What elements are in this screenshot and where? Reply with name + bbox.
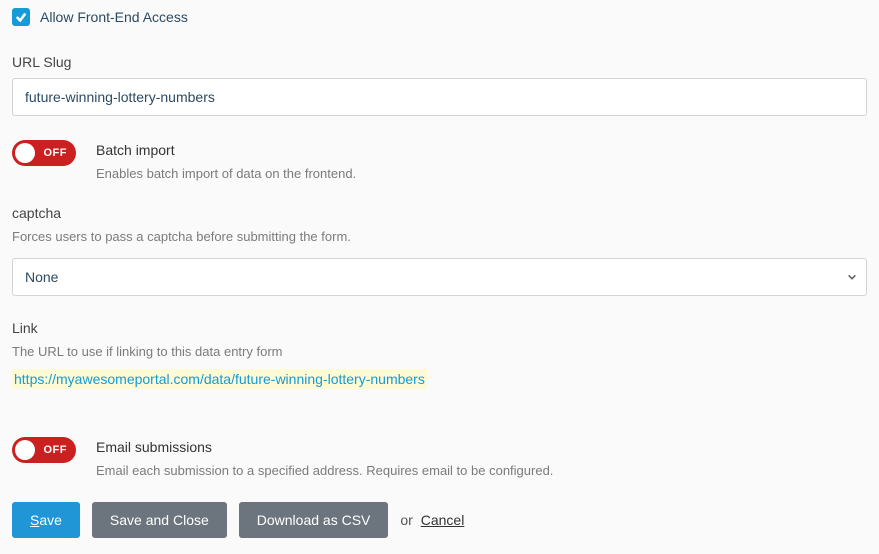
captcha-hint: Forces users to pass a captcha before su… [12,229,867,244]
cancel-link[interactable]: Cancel [421,512,465,528]
save-and-close-button[interactable]: Save and Close [92,502,227,538]
url-slug-group: URL Slug [12,54,867,116]
link-value: https://myawesomeportal.com/data/future-… [12,369,427,389]
batch-import-row: OFF Batch import Enables batch import of… [12,140,867,181]
toggle-knob [15,440,35,460]
email-submissions-toggle[interactable]: OFF [12,437,76,463]
settings-form: Allow Front-End Access URL Slug OFF Batc… [0,8,879,550]
batch-import-title: Batch import [96,142,867,158]
captcha-group: captcha Forces users to pass a captcha b… [12,205,867,296]
link-label: Link [12,320,867,336]
url-slug-input[interactable] [12,78,867,116]
email-submissions-description: Email each submission to a specified add… [96,463,867,478]
allow-frontend-checkbox[interactable] [12,8,30,26]
batch-import-description: Enables batch import of data on the fron… [96,166,867,181]
url-slug-label: URL Slug [12,54,867,70]
link-hint: The URL to use if linking to this data e… [12,344,867,359]
email-submissions-title: Email submissions [96,439,867,455]
or-text: or [400,512,412,528]
captcha-select[interactable]: None [12,258,867,296]
save-button[interactable]: Save [12,502,80,538]
button-row: Save Save and Close Download as CSV or C… [12,502,867,538]
batch-import-toggle-state: OFF [44,147,68,159]
download-csv-button[interactable]: Download as CSV [239,502,389,538]
save-button-label: Save [30,512,62,528]
captcha-select-wrap: None [12,258,867,296]
batch-import-meta: Batch import Enables batch import of dat… [96,140,867,181]
toggle-knob [15,143,35,163]
batch-import-toggle[interactable]: OFF [12,140,76,166]
allow-frontend-row: Allow Front-End Access [12,8,867,26]
email-submissions-row: OFF Email submissions Email each submiss… [12,437,867,478]
or-cancel-group: or Cancel [400,512,464,528]
link-group: Link The URL to use if linking to this d… [12,320,867,389]
captcha-label: captcha [12,205,867,221]
email-submissions-meta: Email submissions Email each submission … [96,437,867,478]
checkmark-icon [15,11,27,23]
email-submissions-toggle-state: OFF [44,444,68,456]
allow-frontend-label: Allow Front-End Access [40,9,188,25]
